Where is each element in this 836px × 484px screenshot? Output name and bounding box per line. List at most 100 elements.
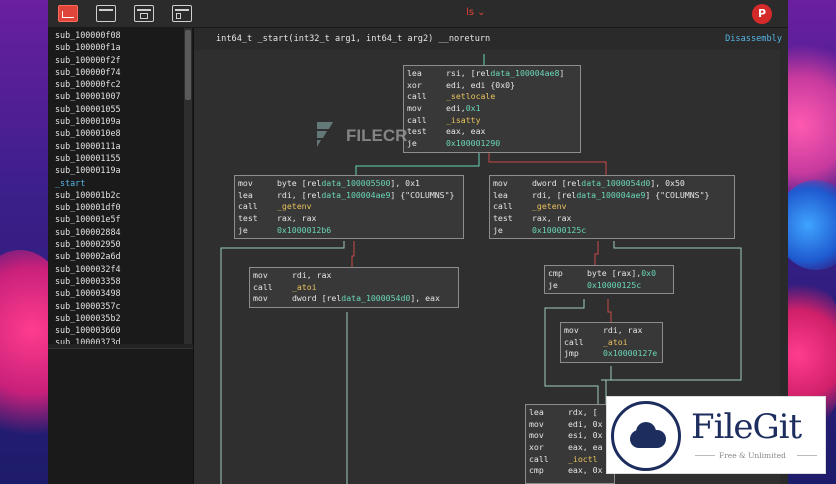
instruction-line[interactable]: test rax, rax <box>493 213 731 225</box>
function-list-item[interactable]: sub_100003660 <box>48 324 193 336</box>
instruction-line[interactable]: call _ioctl <box>529 454 611 466</box>
window-icon[interactable] <box>96 5 116 22</box>
function-list-item[interactable]: sub_100001055 <box>48 103 193 115</box>
basic-block-b1[interactable]: mov byte [rel data_100005500], 0x1 lea rdi,… <box>234 175 464 240</box>
split-view-icon[interactable] <box>134 5 154 22</box>
function-ref[interactable]: _atoi <box>292 282 317 294</box>
instruction-line[interactable]: lea rdi, [rel data_100004ae9] {"COLUMNS"} <box>238 190 460 202</box>
panel-view-icon[interactable] <box>172 5 192 22</box>
function-list-item[interactable]: sub_100001155 <box>48 152 193 164</box>
function-ref[interactable]: _isatty <box>446 115 481 127</box>
instruction-line[interactable]: lea rsi, [rel data_100004ae8] <box>407 68 577 80</box>
instruction-line[interactable]: call _getenv <box>493 201 731 213</box>
basic-block-b6[interactable]: lea rdx, [mov edi, 0x mov esi, 0x xor eax, ea c… <box>525 404 615 484</box>
edge-b1-b3 <box>351 241 355 267</box>
instruction-line[interactable]: call _getenv <box>238 201 460 213</box>
instruction-line[interactable]: xor eax, ea <box>529 442 611 454</box>
function-list-item[interactable]: sub_10000357c <box>48 300 193 312</box>
function-list-item[interactable]: sub_100001007 <box>48 90 193 102</box>
function-list-item[interactable]: sub_10000111a <box>48 140 193 152</box>
binary-menu[interactable]: ls ⌄ <box>466 7 486 18</box>
address-operand[interactable]: 0x1000012b6 <box>277 225 331 237</box>
instruction-line[interactable]: mov byte [rel data_100005500], 0x1 <box>238 178 460 190</box>
function-list-item[interactable]: sub_100002950 <box>48 238 193 250</box>
function-ref[interactable]: _atoi <box>603 337 628 349</box>
function-list-item[interactable]: sub_100002884 <box>48 226 193 238</box>
instruction-line[interactable]: call _atoi <box>564 337 659 349</box>
sidebar-scroll-thumb[interactable] <box>185 30 191 100</box>
instruction-line[interactable]: je 0x1000012b6 <box>238 225 460 237</box>
instruction-line[interactable]: call _isatty <box>407 115 577 127</box>
function-list-item[interactable]: _start <box>48 177 193 189</box>
instruction-line[interactable]: mov dword [rel data_1000054d0], 0x50 <box>493 178 731 190</box>
function-list-item[interactable]: sub_100001b2c <box>48 189 193 201</box>
function-ref[interactable]: _setlocale <box>446 91 495 103</box>
basic-block-b3[interactable]: mov rdi, rax call _atoi mov dword [rel data_1… <box>249 267 459 309</box>
instruction-line[interactable]: mov edi, 0x1 <box>407 103 577 115</box>
function-list-item[interactable]: sub_10000109a <box>48 115 193 127</box>
instruction-line[interactable]: cmp eax, 0x <box>529 465 611 477</box>
function-list-item[interactable]: sub_100001e5f <box>48 213 193 225</box>
sidebar-scrollbar[interactable] <box>184 28 192 344</box>
address-operand[interactable]: 0x10000127e <box>603 348 657 360</box>
function-list-item[interactable]: sub_1000010e8 <box>48 127 193 139</box>
instruction-line[interactable]: je 0x10000125c <box>548 280 670 292</box>
function-list-item[interactable]: sub_1000032f4 <box>48 263 193 275</box>
mnemonic: je <box>238 224 248 235</box>
basic-block-b5[interactable]: mov rdi, rax call _atoi jmp 0x10000127e <box>560 322 663 364</box>
instruction-line[interactable]: lea rdx, [ <box>529 407 611 419</box>
address-operand[interactable]: data_100004ae8 <box>490 68 559 80</box>
function-ref[interactable]: _getenv <box>532 201 567 213</box>
instruction-line[interactable]: mov esi, 0x <box>529 430 611 442</box>
function-list-item[interactable]: sub_100000f1a <box>48 41 193 53</box>
instruction-line[interactable]: mov dword [rel data_1000054d0], eax <box>253 293 455 305</box>
function-list-item[interactable]: sub_100000f2f <box>48 54 193 66</box>
function-list-item[interactable]: sub_100000fc2 <box>48 78 193 90</box>
instruction-line[interactable]: mov rdi, rax <box>564 325 659 337</box>
function-ref[interactable]: _ioctl <box>568 454 598 466</box>
function-list-item[interactable]: sub_10000119a <box>48 164 193 176</box>
instruction-line[interactable]: test rax, rax <box>238 213 460 225</box>
instruction-line[interactable]: mov rdi, rax <box>253 270 455 282</box>
address-operand[interactable]: data_100005500 <box>321 178 390 190</box>
address-operand[interactable]: 0x1 <box>466 103 481 115</box>
function-list-item[interactable]: sub_100002a6d <box>48 250 193 262</box>
address-operand[interactable]: 0x10000125c <box>532 225 586 237</box>
address-operand[interactable]: data_100004ae9 <box>321 190 390 202</box>
function-list-item[interactable]: sub_100003498 <box>48 287 193 299</box>
address-operand[interactable]: 0x0 <box>641 268 656 280</box>
address-operand[interactable]: data_1000054d0 <box>581 178 650 190</box>
instruction-line[interactable]: call _setlocale <box>407 91 577 103</box>
function-list-item[interactable]: sub_100000f08 <box>48 29 193 41</box>
address-operand[interactable]: data_1000054d0 <box>341 293 410 305</box>
address-operand[interactable]: 0x10000125c <box>587 280 641 292</box>
operand: ], 0x1 <box>390 178 420 188</box>
function-list-item[interactable]: sub_100000f74 <box>48 66 193 78</box>
instruction-line[interactable]: je 0x10000125c <box>493 225 731 237</box>
function-list-item[interactable]: sub_10000373d <box>48 336 193 344</box>
basic-block-b0[interactable]: lea rsi, [rel data_100004ae8] xor edi, edi … <box>403 65 581 153</box>
function-list-item[interactable]: sub_100001df0 <box>48 201 193 213</box>
mnemonic: test <box>238 213 258 224</box>
graph-view-icon[interactable] <box>58 5 78 22</box>
function-list-item[interactable]: sub_1000035b2 <box>48 312 193 324</box>
instruction-line[interactable]: jmp 0x10000127e <box>564 348 659 360</box>
basic-block-b2[interactable]: mov dword [rel data_1000054d0], 0x50 lea rd… <box>489 175 735 240</box>
function-ref[interactable]: _getenv <box>277 201 312 213</box>
disassembly-view-button[interactable]: Disassembly <box>725 34 782 44</box>
function-list-item[interactable]: sub_100003358 <box>48 275 193 287</box>
instruction-line[interactable]: cmp byte [rax], 0x0 <box>548 268 670 280</box>
operand: edi, 0x <box>568 418 603 429</box>
mnemonic: mov <box>238 178 253 188</box>
instruction-line[interactable]: xor edi, edi {0x0} <box>407 80 577 92</box>
instruction-line[interactable]: mov edi, 0x <box>529 419 611 431</box>
instruction-line[interactable]: test eax, eax <box>407 126 577 138</box>
address-operand[interactable]: 0x100001290 <box>446 138 500 150</box>
instruction-line[interactable]: call _atoi <box>253 282 455 294</box>
operand: edi, <box>446 103 466 114</box>
instruction-line[interactable]: lea rdi, [rel data_100004ae9] {"COLUMNS"} <box>493 190 731 202</box>
basic-block-b4[interactable]: cmp byte [rax], 0x0 je 0x10000125c <box>544 265 674 295</box>
address-operand[interactable]: data_100004ae9 <box>576 190 645 202</box>
instruction-line[interactable]: je 0x100001290 <box>407 138 577 150</box>
user-avatar[interactable]: P <box>752 4 772 24</box>
